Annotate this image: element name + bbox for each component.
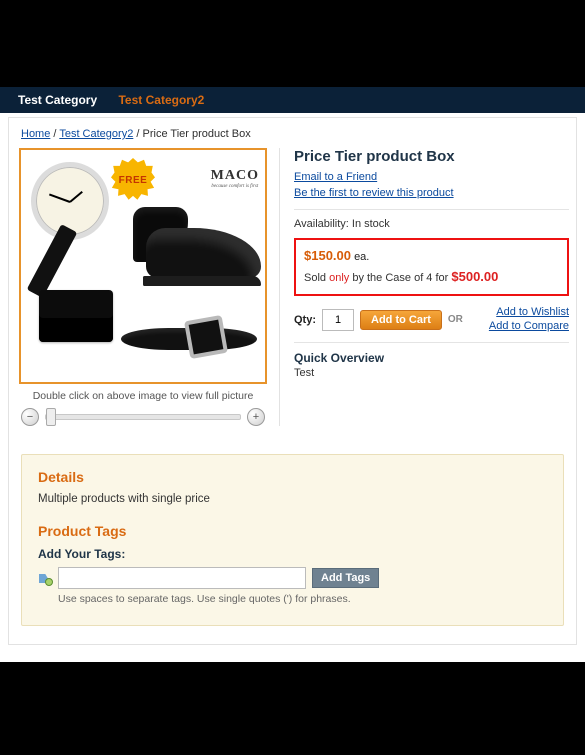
email-friend-link[interactable]: Email to a Friend <box>294 171 377 183</box>
free-ribbon-label: FREE <box>119 175 148 186</box>
breadcrumb-category[interactable]: Test Category2 <box>59 128 133 140</box>
add-to-compare-link[interactable]: Add to Compare <box>489 320 569 332</box>
breadcrumb-sep: / <box>53 128 56 140</box>
tag-icon <box>38 571 52 585</box>
breadcrumb: Home / Test Category2 / Price Tier produ… <box>19 124 566 148</box>
tags-help-text: Use spaces to separate tags. Use single … <box>58 593 547 605</box>
zoom-slider-track[interactable] <box>45 414 241 420</box>
nav-test-category[interactable]: Test Category <box>18 93 97 107</box>
case-text-mid: by the Case of 4 for <box>349 272 451 284</box>
case-text-prefix: Sold <box>304 272 329 284</box>
brand-logo: MACO because comfort is first <box>211 168 259 189</box>
qty-label: Qty: <box>294 314 316 326</box>
brand-name: MACO <box>211 168 259 183</box>
add-tags-button[interactable]: Add Tags <box>312 568 379 588</box>
category-navbar: Test Category Test Category2 <box>0 87 585 113</box>
product-image-column: FREE MACO because comfort is first Doubl… <box>19 148 267 426</box>
bottom-black-bar <box>0 662 585 755</box>
case-only-word: only <box>329 272 349 284</box>
product-details-column: Price Tier product Box Email to a Friend… <box>279 148 569 426</box>
quick-overview-text: Test <box>294 367 569 379</box>
belt-graphic <box>121 308 257 368</box>
breadcrumb-current: Price Tier product Box <box>143 128 251 140</box>
watch-graphic <box>31 162 109 240</box>
tags-input[interactable] <box>58 567 306 589</box>
tag-form: Add Your Tags: Add Tags Use spaces to se… <box>38 547 547 605</box>
top-black-bar <box>0 0 585 87</box>
availability-label: Availability: <box>294 218 349 230</box>
unit-price: $150.00 <box>304 248 351 263</box>
breadcrumb-sep: / <box>136 128 139 140</box>
zoom-out-button[interactable]: − <box>21 408 39 426</box>
case-price: $500.00 <box>451 269 498 284</box>
breadcrumb-home[interactable]: Home <box>21 128 50 140</box>
brand-tagline: because comfort is first <box>211 184 259 189</box>
quick-overview-heading: Quick Overview <box>294 351 569 365</box>
product-title: Price Tier product Box <box>294 148 569 165</box>
image-zoom-hint: Double click on above image to view full… <box>19 390 267 402</box>
nav-test-category2[interactable]: Test Category2 <box>118 93 204 107</box>
price-tier-box: $150.00 ea. Sold only by the Case of 4 f… <box>294 238 569 296</box>
add-tags-label: Add Your Tags: <box>38 547 547 561</box>
zoom-in-button[interactable]: + <box>247 408 265 426</box>
zoom-slider-thumb[interactable] <box>46 408 56 426</box>
write-review-link[interactable]: Be the first to review this product <box>294 187 454 199</box>
lower-panel: Details Multiple products with single pr… <box>21 454 564 626</box>
product-image[interactable]: FREE MACO because comfort is first <box>19 148 267 384</box>
zoom-slider-row: − + <box>19 408 267 426</box>
add-to-cart-row: Qty: Add to Cart OR Add to Wishlist Add … <box>294 306 569 334</box>
add-to-cart-button[interactable]: Add to Cart <box>360 310 442 330</box>
details-heading: Details <box>38 469 547 485</box>
wallet-graphic <box>39 290 113 342</box>
details-text: Multiple products with single price <box>38 493 547 505</box>
or-separator: OR <box>448 314 463 325</box>
unit-price-suffix: ea. <box>354 251 369 263</box>
qty-input[interactable] <box>322 309 354 331</box>
add-to-wishlist-link[interactable]: Add to Wishlist <box>496 306 569 318</box>
availability-value: In stock <box>352 218 390 230</box>
shoe-graphic <box>121 196 261 286</box>
main-content: Home / Test Category2 / Price Tier produ… <box>8 117 577 645</box>
availability: Availability: In stock <box>294 218 569 230</box>
product-tags-heading: Product Tags <box>38 523 547 539</box>
